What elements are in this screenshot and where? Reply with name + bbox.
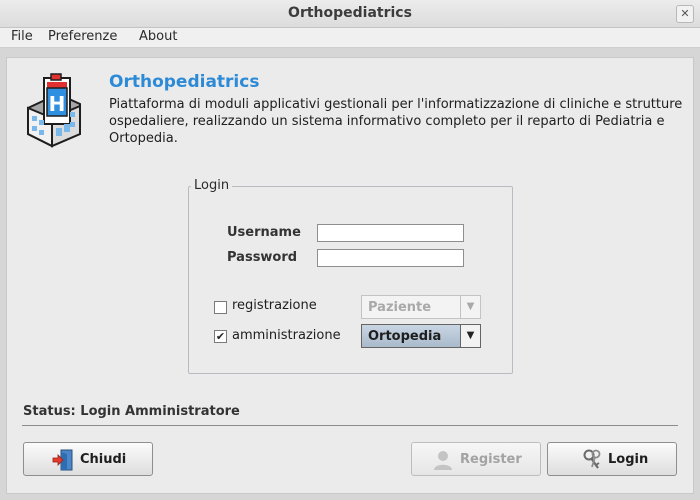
amministrazione-select-value: Ortopedia xyxy=(368,329,442,344)
registrazione-select-value: Paziente xyxy=(368,300,432,315)
login-button[interactable]: Login xyxy=(547,442,677,476)
menu-about[interactable]: About xyxy=(139,29,177,44)
login-legend: Login xyxy=(191,178,233,193)
register-button[interactable]: Register xyxy=(411,442,541,476)
menu-bar: File Preferenze About xyxy=(0,28,700,48)
username-label: Username xyxy=(227,225,301,240)
svg-text:H: H xyxy=(49,92,66,116)
amministrazione-checkbox[interactable]: ✔ xyxy=(214,330,227,343)
registrazione-checkbox[interactable] xyxy=(214,301,227,314)
divider xyxy=(22,425,678,426)
registrazione-select[interactable]: Paziente ▼ xyxy=(361,295,481,319)
chiudi-button[interactable]: Chiudi xyxy=(23,442,153,476)
chevron-down-icon: ▼ xyxy=(460,325,480,347)
hospital-logo-icon: H xyxy=(27,73,81,148)
keys-icon xyxy=(583,449,601,469)
chevron-down-icon: ▼ xyxy=(460,296,480,318)
amministrazione-select[interactable]: Ortopedia ▼ xyxy=(361,324,481,348)
register-label: Register xyxy=(460,452,522,467)
chiudi-label: Chiudi xyxy=(80,452,127,467)
exit-door-icon xyxy=(52,449,73,471)
user-icon xyxy=(434,451,452,470)
login-label: Login xyxy=(608,452,649,467)
menu-file[interactable]: File xyxy=(11,29,33,44)
registrazione-label: registrazione xyxy=(232,298,317,313)
window-title: Orthopediatrics xyxy=(288,5,412,21)
title-bar: Orthopediatrics ✕ xyxy=(0,0,700,28)
username-input[interactable] xyxy=(317,224,464,242)
app-name: Orthopediatrics xyxy=(109,72,260,92)
amministrazione-label: amministrazione xyxy=(232,328,341,343)
status-text: Status: Login Amministratore xyxy=(23,404,240,419)
password-label: Password xyxy=(227,250,298,265)
menu-preferenze[interactable]: Preferenze xyxy=(48,29,117,44)
app-description: Piattaforma di moduli applicativi gestio… xyxy=(109,97,683,146)
password-input[interactable] xyxy=(317,249,464,267)
close-window-icon[interactable]: ✕ xyxy=(676,5,694,23)
